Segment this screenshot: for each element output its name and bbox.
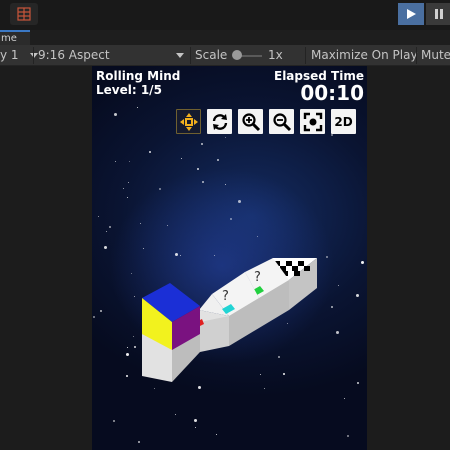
divider — [416, 47, 417, 64]
divider — [190, 47, 191, 64]
mystery-mark: ? — [254, 270, 261, 285]
tab-strip: me — [0, 30, 450, 45]
play-icon — [407, 9, 416, 19]
pause-icon — [435, 9, 443, 19]
aspect-select[interactable]: 9:16 Aspect — [38, 45, 188, 66]
aspect-label: 9:16 Aspect — [38, 48, 110, 62]
scale-value: 1x — [268, 48, 283, 62]
divider — [305, 47, 306, 64]
tab-game[interactable]: me — [0, 30, 30, 45]
scale-slider-handle[interactable] — [232, 50, 242, 60]
mute-audio-toggle[interactable]: Mute — [421, 45, 450, 66]
editor-toolbar — [0, 0, 450, 30]
game-view-options-bar: y 1 9:16 Aspect Scale 1x Maximize On Pla… — [0, 45, 450, 66]
game-viewport[interactable]: Rolling Mind Level: 1/5 Elapsed Time 00:… — [92, 66, 367, 450]
display-label: y 1 — [0, 48, 19, 62]
chevron-down-icon — [176, 53, 184, 58]
mystery-mark: ? — [222, 289, 229, 304]
divider — [33, 47, 34, 64]
layout-icon[interactable] — [10, 3, 38, 25]
play-controls — [398, 3, 450, 25]
game-board: ? ? — [142, 258, 317, 382]
maximize-on-play-toggle[interactable]: Maximize On Play — [311, 45, 418, 66]
pause-button[interactable] — [426, 3, 450, 25]
play-button[interactable] — [398, 3, 424, 25]
scale-label: Scale — [195, 48, 228, 62]
